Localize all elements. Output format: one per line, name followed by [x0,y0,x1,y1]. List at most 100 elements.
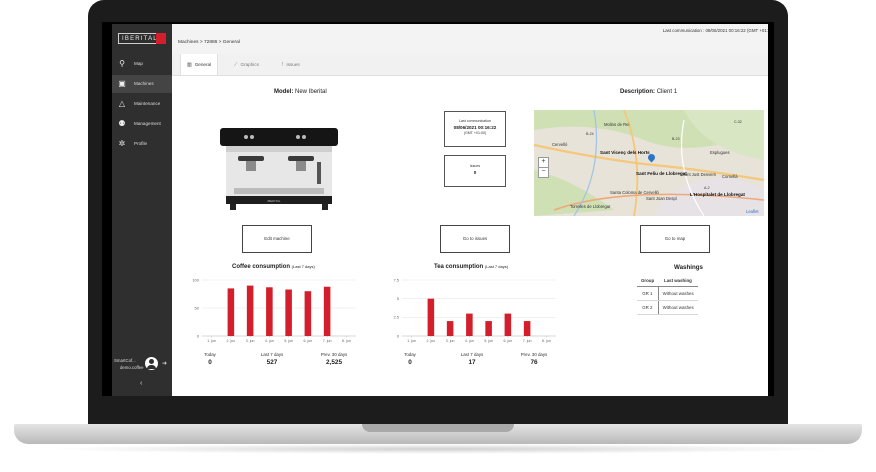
user-name: SmartCof... [114,358,136,363]
map-label: Cornellà [722,174,738,179]
map-label: Santa Coloma de Cervelló [610,190,659,195]
map-label: Sant Joan Despí [646,196,677,201]
model-label: Model: [274,89,294,95]
map-icon: ▥ [187,62,192,68]
sidebar-item-management[interactable]: ⚉ Management [112,115,172,133]
tab-graphics[interactable]: ⟋ Graphics [228,54,268,75]
laptop-shadow [40,444,836,454]
road-label: C-32 [734,120,742,124]
issues-box: Issues 0 [444,155,506,187]
washings-title: Washings [674,264,703,271]
tab-label: General [194,62,212,67]
tea-chart-bar [466,313,473,336]
user-panel: SmartCof... demo.coffee ➜ [112,354,172,376]
issues-box-value: 0 [473,170,477,175]
coffee-machine-image: IBERITAL [220,128,338,210]
tea-stat-last-7-days: Last 7 days 17 [442,352,502,366]
tea-stat-prev-30-days: Prev. 30 days 76 [504,352,564,366]
group-cell: GR 1 [637,286,659,301]
app-screen: IBERITAL ⚲ Map ▣ Machines △ Maintenance … [112,24,768,396]
collapse-sidebar-icon[interactable]: ‹ [140,380,142,387]
line-chart-icon: ⟋ [234,62,238,68]
stat-value: 527 [266,359,278,366]
tea-chart-title: Tea consumption (Last 7 days) [434,264,508,270]
brand-logo-text: IBERITAL [122,36,158,42]
exclamation-icon: ! [282,62,284,68]
stat-label: Prev. 30 days [520,352,548,357]
coffee-chart-bar [304,291,312,336]
logout-icon[interactable]: ➜ [162,360,167,367]
tea-chart-bar [485,321,492,336]
sidebar-item-maintenance[interactable]: △ Maintenance [112,95,172,113]
description-value: Client 1 [656,89,678,95]
map-label: Molins de Rei [604,122,630,127]
tab-label: Graphics [240,62,259,67]
sidebar-item-machines[interactable]: ▣ Machines [112,75,172,93]
map-label: Sant Vicenç dels Horts [600,150,650,155]
coffee-machine-icon: ▣ [118,79,126,88]
coffee-chart-bar [323,286,331,336]
sidebar-item-label: Management [134,121,161,126]
tea-chart-y-tick-label: 7.5 [393,277,399,282]
tea-chart-x-tick-label: 2. jun [426,339,435,343]
zoom-out-button[interactable]: − [538,167,549,178]
coffee-chart-x-tick-label: 4. jun [265,339,274,343]
tab-general[interactable]: ▥ General [180,54,218,75]
group-cell: GR 2 [637,300,659,315]
coffee-chart-x-tick-label: 1. jun [207,339,216,343]
go-to-map-button[interactable]: Go to map [640,225,710,253]
topbar: Machines > 72886 > General Last communic… [172,24,768,55]
road-label: B-23 [672,137,680,141]
tea-chart-y-tick-label: 5 [397,296,400,301]
sidebar-item-profile[interactable]: ✲ Profile [112,135,172,153]
column-header-last-washing: Last washing [658,275,698,287]
leaflet-attribution[interactable]: Leaflet [746,209,759,214]
map-label: Esplugues [710,150,730,155]
last-communication: Last communication : 08/06/2021 00:16:22… [662,28,768,33]
sidebar-item-label: Machines [134,81,154,86]
location-map[interactable]: + − Sant Vicenç dels Horts Sant Feliu de… [534,110,764,216]
coffee-chart-subtitle: (Last 7 days) [291,264,315,269]
tea-chart-x-tick-label: 1. jun [407,339,416,343]
sidebar-item-map[interactable]: ⚲ Map [112,55,172,73]
stat-value: 0 [408,359,412,366]
tea-chart-title-text: Tea consumption [434,264,484,270]
map-label: Torrelles de Llobregat [570,204,611,209]
warning-icon: △ [118,99,126,108]
description-heading: Description: Client 1 [620,89,677,95]
tab-issues[interactable]: ! Issues [276,54,312,75]
last-communication-box: Last communication 08/06/2021 00:16:22 (… [444,111,506,147]
tea-consumption-chart: 0 2.5 5 7.5 1. jun 2. jun 3. jun 4. jun 5. jun 6.… [393,277,556,343]
last-communication-box-label: Last communication [459,119,491,123]
coffee-chart-bar [246,285,254,336]
main-content: Model: New Iberital Description: Client … [172,75,768,396]
tea-chart-y-tick-label: 0 [397,333,400,338]
coffee-chart-x-tick-label: 8. jun [342,339,351,343]
model-value: New Iberital [295,89,327,95]
machine-badge: IBERITAL [267,199,280,203]
gear-icon: ✲ [118,139,126,148]
table-header-row: Group Last washing [637,275,698,287]
road-label: A-2 [704,186,710,190]
user-account: demo.coffee [120,365,144,370]
tea-chart-x-tick-label: 3. jun [446,339,455,343]
column-header-group: Group [637,275,659,287]
coffee-chart-y-tick-label: 0 [197,333,200,338]
road-label: B-24 [586,132,594,136]
coffee-stat-today: Today 0 [180,352,240,366]
go-to-issues-button[interactable]: Go to issues [440,225,510,253]
stat-value: 2,525 [326,359,342,366]
description-label: Description: [620,89,656,95]
avatar[interactable] [145,357,158,370]
tea-chart-bar [523,321,531,336]
tea-chart-y-tick-label: 2.5 [393,315,399,320]
last-washing-cell: Without washes [658,300,698,315]
tea-chart-bar [446,321,454,336]
coffee-chart-x-tick-label: 3. jun [246,339,255,343]
brand-logo[interactable]: IBERITAL [118,33,166,44]
edit-machine-button[interactable]: Edit machine [242,225,312,253]
map-label: L'Hospitalet de Llobregat [690,192,745,197]
tea-chart-x-tick-label: 6. jun [503,339,512,343]
coffee-stat-prev-30-days: Prev. 30 days 2,525 [304,352,364,366]
issues-box-label: Issues [469,164,481,168]
